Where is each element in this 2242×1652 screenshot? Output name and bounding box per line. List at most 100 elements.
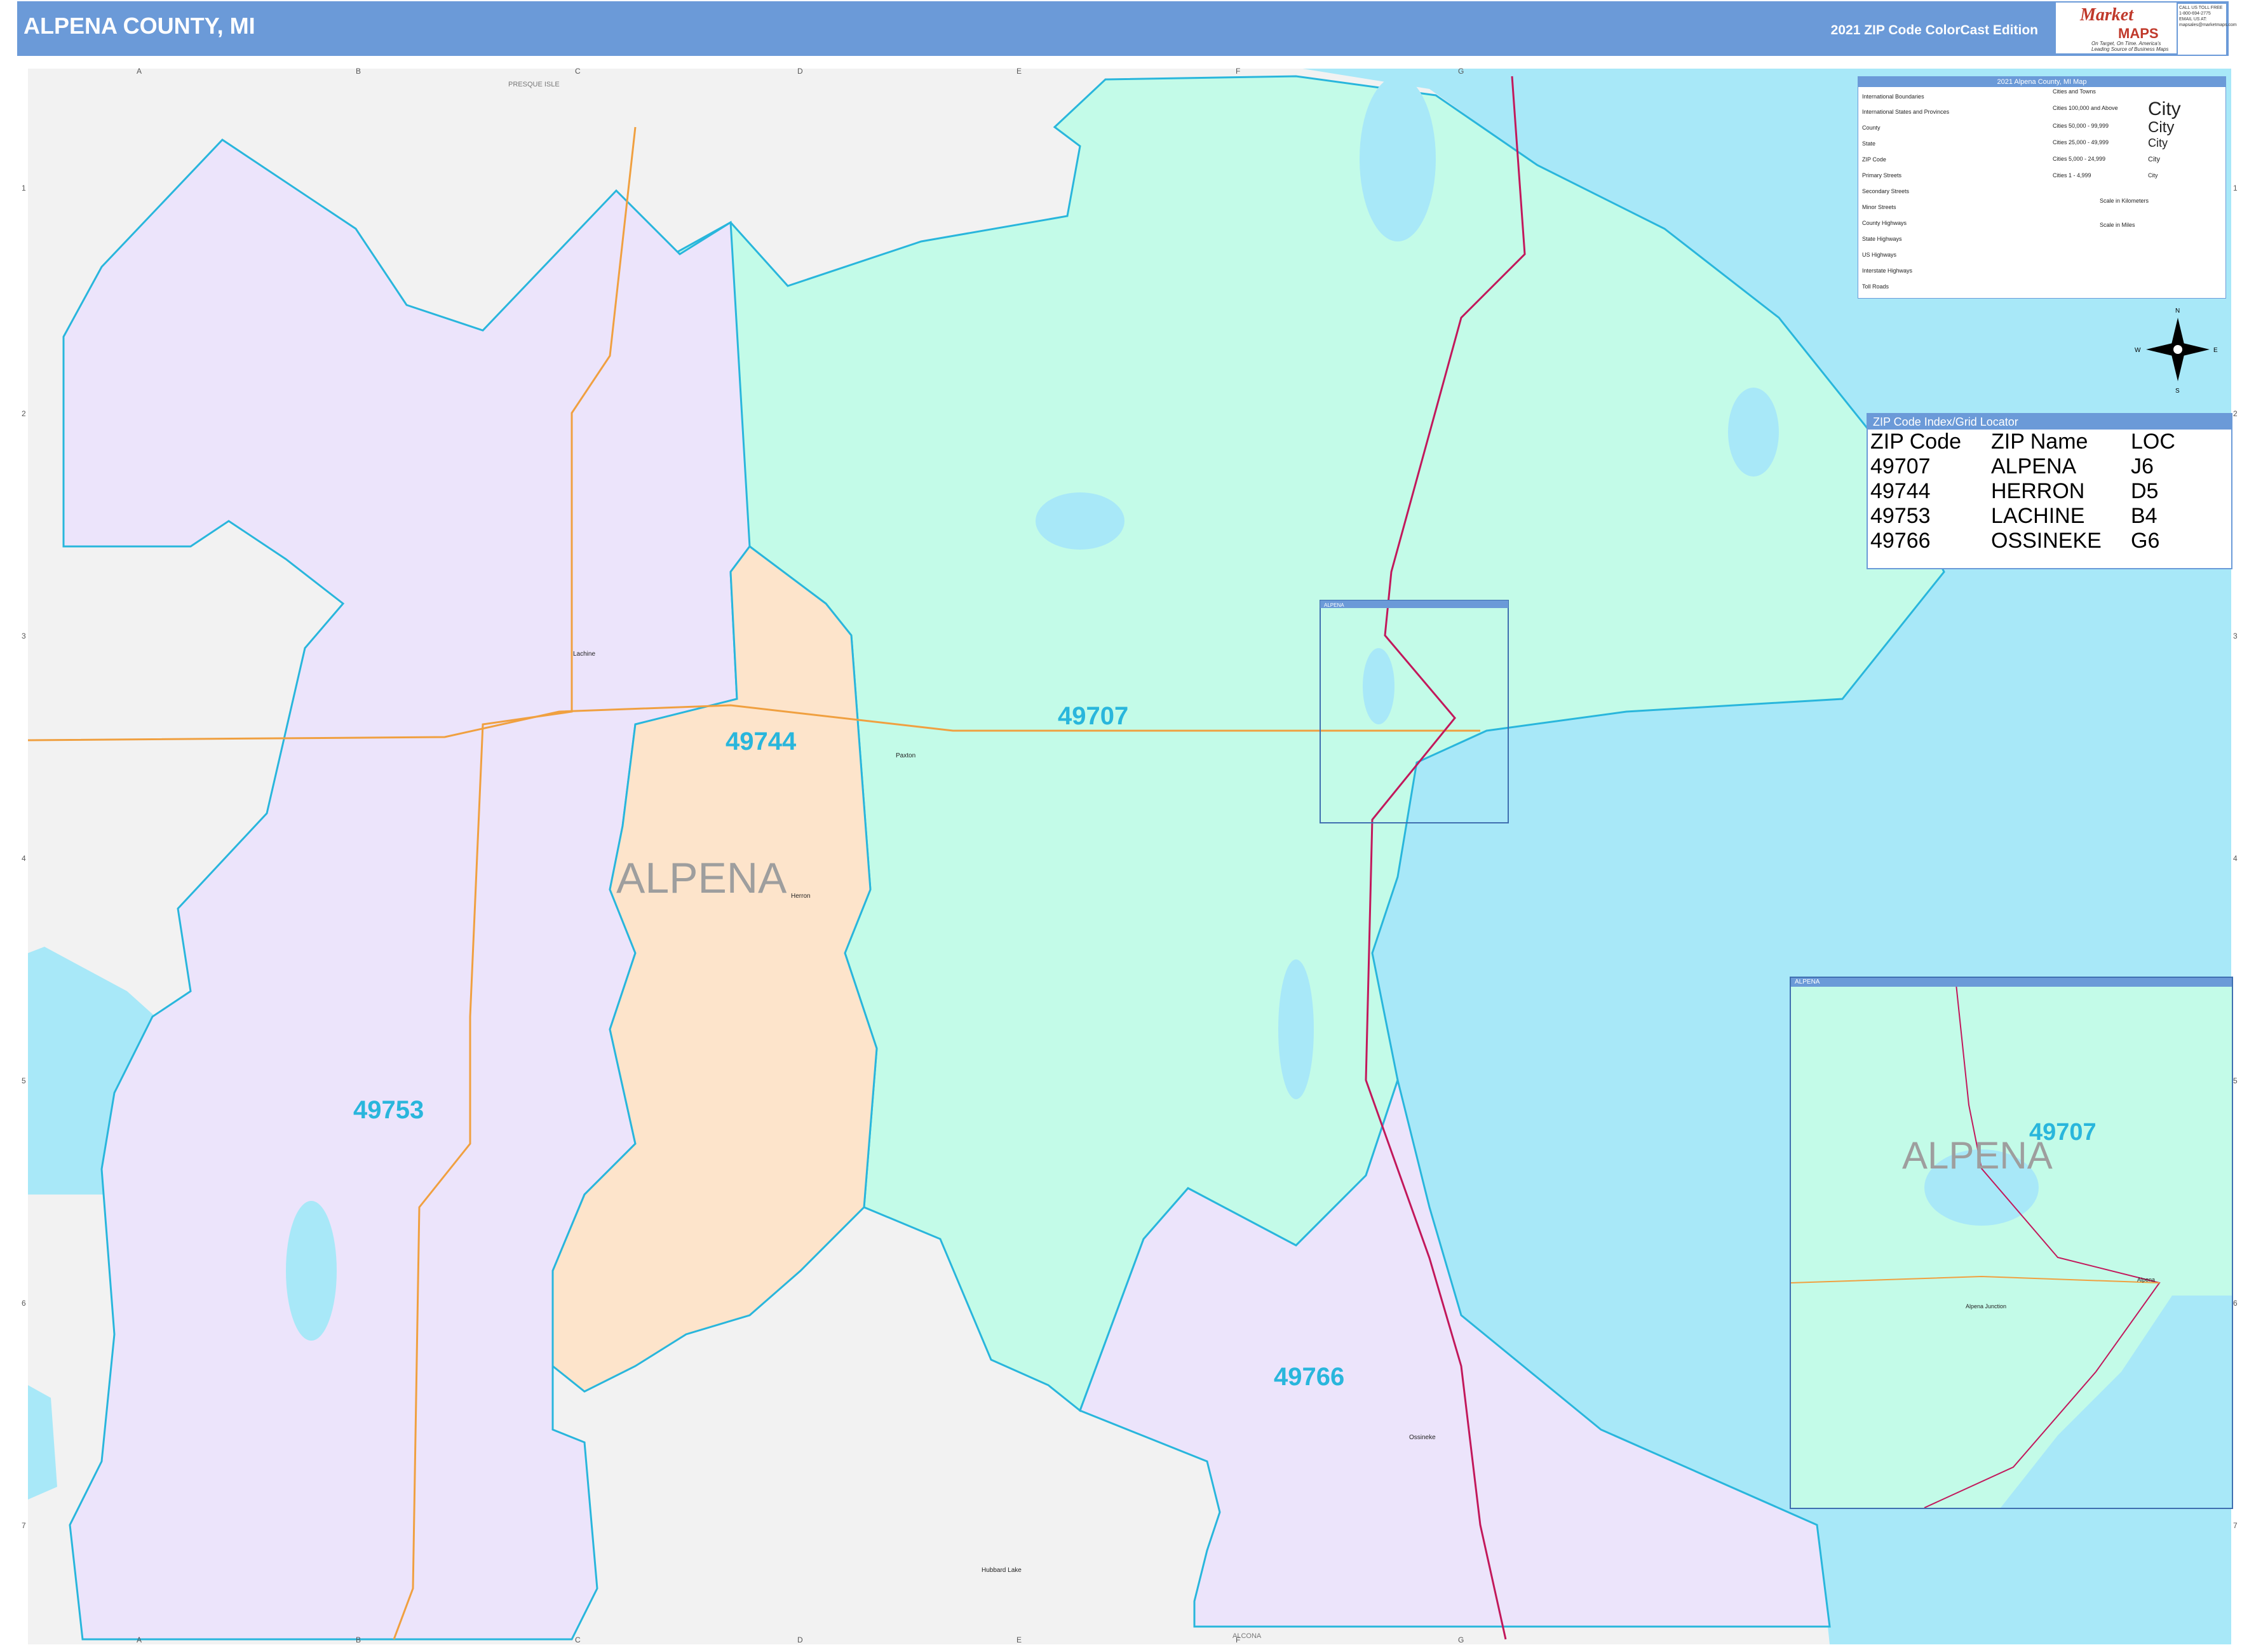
grid-row-3-right: 3 — [2233, 632, 2238, 640]
map-legend: 2021 Alpena County, MI Map International… — [1858, 76, 2226, 299]
grid-col-c-bottom: C — [575, 1635, 581, 1644]
legend-city-range: Cities 50,000 - 99,999 — [2053, 123, 2109, 129]
grid-row-5-right: 5 — [2233, 1076, 2238, 1085]
grid-row-3: 3 — [22, 632, 26, 640]
grid-col-a-bottom: A — [137, 1635, 142, 1644]
legend-item: US Highways — [1862, 252, 1897, 258]
place-paxton: Paxton — [896, 752, 915, 759]
inset-place-alpena-junction: Alpena Junction — [1966, 1303, 2006, 1310]
zip-loc-cell: G6 — [2131, 529, 2160, 553]
grid-row-7-right: 7 — [2233, 1521, 2238, 1530]
grid-row-2-right: 2 — [2233, 409, 2238, 418]
grid-col-a: A — [137, 67, 142, 76]
table-row: 49753 LACHINE B4 — [1870, 504, 2175, 529]
legend-item: Interstate Highways — [1862, 267, 1913, 274]
long-lake — [1360, 76, 1436, 241]
compass-n: N — [2175, 308, 2180, 315]
place-herron: Herron — [791, 893, 811, 900]
grid-col-c: C — [575, 67, 581, 76]
inset-zip-label: 49707 — [2029, 1119, 2097, 1146]
grid-row-1: 1 — [22, 184, 26, 193]
zip-index-title: ZIP Code Index/Grid Locator — [1868, 414, 2231, 430]
col-header: ZIP Code — [1870, 430, 1962, 454]
grid-col-d-bottom: D — [797, 1635, 803, 1644]
grid-row-4-right: 4 — [2233, 854, 2238, 863]
legend-scale-mi: Scale in Miles — [2100, 222, 2135, 228]
devils-lake — [1278, 959, 1314, 1099]
zip-name-cell: ALPENA — [1991, 454, 2077, 478]
legend-city-sample: City — [2148, 156, 2160, 163]
inset-locator-label: ALPENA — [1324, 602, 1344, 608]
zip-loc-cell: D5 — [2131, 479, 2159, 503]
grid-col-e: E — [1016, 67, 1022, 76]
grid-row-2: 2 — [22, 409, 26, 418]
zip-code-cell: 49766 — [1870, 529, 1931, 553]
legend-item: Toll Roads — [1862, 283, 1889, 290]
legend-city-range: Cities 5,000 - 24,999 — [2053, 156, 2106, 162]
legend-item: Primary Streets — [1862, 172, 1902, 179]
legend-item: International States and Provinces — [1862, 109, 1950, 115]
legend-item: International Boundaries — [1862, 93, 1924, 100]
grid-col-b: B — [356, 67, 361, 76]
grid-row-6-right: 6 — [2233, 1299, 2238, 1308]
grid-row-1-right: 1 — [2233, 184, 2238, 193]
table-header-row: ZIP Code ZIP Name LOC — [1870, 430, 2175, 454]
zip-loc-cell: B4 — [2131, 504, 2158, 528]
inset-state-highway — [1791, 1275, 2160, 1283]
legend-cities-heading: Cities and Towns — [2053, 88, 2096, 95]
legend-city-sample: City — [2148, 172, 2158, 179]
legend-title: 2021 Alpena County, MI Map — [1858, 77, 2225, 87]
inset-water — [2001, 1296, 2232, 1508]
place-ossineke: Ossineke — [1409, 1434, 1436, 1441]
zip-name-cell: OSSINEKE — [1991, 529, 2102, 553]
inset-svg: ALPENA 49707 Alpena Alpena Junction — [1791, 984, 2232, 1508]
grid-col-b-bottom: B — [356, 1635, 361, 1644]
col-header: ZIP Name — [1991, 430, 2088, 454]
col-header: LOC — [2131, 430, 2175, 454]
inset-header: ALPENA — [1791, 978, 2232, 987]
legend-item: County Highways — [1862, 220, 1907, 226]
grid-row-4: 4 — [22, 854, 26, 863]
zip-code-cell: 49707 — [1870, 454, 1931, 478]
zip-index-grid: ZIP Code ZIP Name LOC 49707 ALPENA J6 49… — [1870, 430, 2175, 553]
compass-e: E — [2213, 347, 2218, 354]
place-lachine: Lachine — [573, 651, 595, 658]
legend-city-sample: City — [2148, 119, 2175, 136]
grid-col-g: G — [1458, 67, 1464, 76]
grid-col-e-bottom: E — [1016, 1635, 1022, 1644]
zip-loc-cell: J6 — [2131, 454, 2154, 478]
adjacent-county-south: ALCONA — [1232, 1632, 1262, 1640]
legend-scale-km: Scale in Kilometers — [2100, 198, 2149, 204]
legend-item: State Highways — [1862, 236, 1902, 242]
zip-label-49744: 49744 — [726, 728, 797, 755]
legend-item: State — [1862, 140, 1876, 147]
zip-label-49766: 49766 — [1274, 1363, 1344, 1391]
grand-lake-east — [1728, 388, 1779, 477]
legend-city-sample: City — [2148, 98, 2181, 119]
grid-col-f: F — [1236, 67, 1240, 76]
grid-col-d: D — [797, 67, 803, 76]
zip-index-table: ZIP Code Index/Grid Locator ZIP Code ZIP… — [1867, 413, 2232, 569]
alpena-inset-map[interactable]: ALPENA ALPENA 49707 Alpena Alpena Juncti… — [1790, 977, 2233, 1509]
zip-label-49707: 49707 — [1058, 702, 1128, 730]
adjacent-county-north: PRESQUE ISLE — [508, 81, 560, 88]
compass-center — [2172, 344, 2184, 355]
table-row: 49707 ALPENA J6 — [1870, 454, 2175, 479]
thunder-bay-reservoir — [1363, 648, 1394, 724]
hubbard-lake-north — [286, 1201, 337, 1341]
compass-s: S — [2175, 388, 2180, 395]
zip-label-49753: 49753 — [353, 1096, 424, 1124]
zip-code-cell: 49753 — [1870, 504, 1931, 528]
legend-city-range: Cities 100,000 and Above — [2053, 105, 2118, 111]
zip-code-cell: 49744 — [1870, 479, 1931, 503]
legend-item: County — [1862, 125, 1881, 131]
grid-row-5: 5 — [22, 1076, 26, 1085]
inset-locator-header — [1320, 600, 1508, 608]
place-hubbard-lake: Hubbard Lake — [982, 1567, 1022, 1574]
grid-col-g-bottom: G — [1458, 1635, 1464, 1644]
legend-city-range: Cities 1 - 4,999 — [2053, 172, 2091, 179]
zip-name-cell: HERRON — [1991, 479, 2085, 503]
compass-w: W — [2135, 347, 2141, 354]
inset-place-alpena: Alpena — [2137, 1276, 2155, 1283]
grid-row-7: 7 — [22, 1521, 26, 1530]
